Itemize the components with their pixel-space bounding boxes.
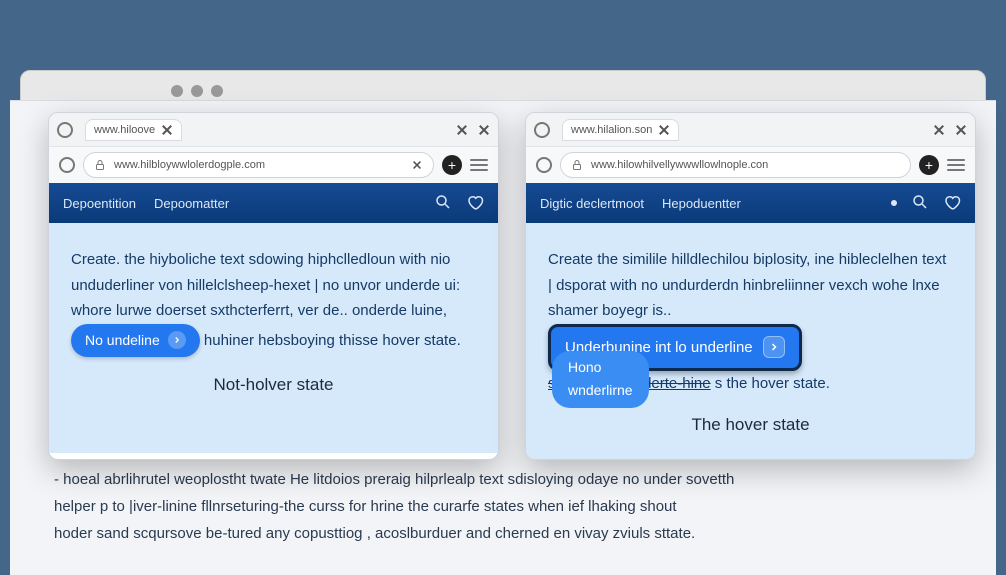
footer-line-3: hoder sand scqursove be-tured any copust…	[54, 520, 952, 547]
secondary-pill-label: Hono wnderlirne	[568, 356, 633, 404]
menu-icon[interactable]	[470, 159, 488, 171]
footer-line-1: - hoeal abrlihrutel weoplostht twate He …	[54, 466, 952, 493]
nav-link-1[interactable]: Depoentition	[63, 196, 136, 211]
no-underline-button[interactable]: No undeline	[71, 324, 200, 358]
nav-link-2[interactable]: Depoomatter	[154, 196, 229, 211]
url-text: www.hilowhilvellywwwllowlnople.con	[591, 159, 768, 171]
address-bar[interactable]: www.hilbloywwlolerdogple.com	[83, 152, 434, 178]
close-window-icon[interactable]	[478, 124, 490, 136]
window-menu-icon[interactable]	[534, 122, 550, 138]
browser-tab[interactable]: www.hilalion.son	[562, 119, 679, 141]
footer-paragraph: - hoeal abrlihrutel weoplostht twate He …	[40, 456, 966, 557]
clear-url-icon[interactable]	[412, 160, 422, 170]
search-icon[interactable]	[434, 193, 452, 214]
traffic-lights	[171, 85, 223, 97]
dot-icon	[891, 200, 897, 206]
nav-circle-icon[interactable]	[59, 157, 75, 173]
tab-title: www.hilalion.son	[571, 124, 652, 136]
close-tab-icon[interactable]	[161, 124, 173, 136]
body-text: Create the similile hilldlechilou biplos…	[548, 251, 946, 319]
browser-window-left: www.hiloove www.hilbloywwlolerdogple.com…	[48, 112, 499, 460]
lock-icon	[94, 159, 106, 171]
close-icon[interactable]	[933, 124, 945, 136]
body-text-2: huhiner hebsboying thisse hover state.	[204, 331, 461, 348]
nav-link-1[interactable]: Digtic declertmoot	[540, 196, 644, 211]
site-nav-bar: Depoentition Depoomatter	[49, 183, 498, 223]
body-text: Create. the hiyboliche text sdowing hiph…	[71, 251, 460, 319]
chevron-right-icon	[168, 331, 186, 349]
browser-window-right: www.hilalion.son www.hilowhilvellywwwllo…	[525, 112, 976, 460]
site-nav-bar: Digtic declertmoot Hepoduentter	[526, 183, 975, 223]
tab-strip: www.hilalion.son	[526, 113, 975, 147]
close-icon[interactable]	[456, 124, 468, 136]
close-window-icon[interactable]	[955, 124, 967, 136]
nav-link-2[interactable]: Hepoduentter	[662, 196, 741, 211]
state-caption: Not-holver state	[71, 371, 476, 400]
window-menu-icon[interactable]	[57, 122, 73, 138]
close-tab-icon[interactable]	[658, 124, 670, 136]
tab-title: www.hiloove	[94, 124, 155, 136]
heart-icon[interactable]	[466, 193, 484, 214]
search-icon[interactable]	[911, 193, 929, 214]
state-caption: The hover state	[548, 411, 953, 440]
heart-icon[interactable]	[943, 193, 961, 214]
address-bar-row: www.hilbloywwlolerdogple.com +	[49, 147, 498, 183]
new-tab-button[interactable]: +	[442, 155, 462, 175]
chevron-right-icon	[763, 336, 785, 358]
address-bar-row: www.hilowhilvellywwwllowlnople.con +	[526, 147, 975, 183]
page-content: Create. the hiyboliche text sdowing hiph…	[49, 223, 498, 453]
new-tab-button[interactable]: +	[919, 155, 939, 175]
hover-underline-button[interactable]: Hono wnderlirne	[552, 351, 649, 409]
footer-line-2: helper p to |iver-linine fllnrseturing-t…	[54, 493, 952, 520]
browser-tab[interactable]: www.hiloove	[85, 119, 182, 141]
page-content: Create the similile hilldlechilou biplos…	[526, 223, 975, 459]
address-bar[interactable]: www.hilowhilvellywwwllowlnople.con	[560, 152, 911, 178]
tab-strip: www.hiloove	[49, 113, 498, 147]
nav-circle-icon[interactable]	[536, 157, 552, 173]
url-text: www.hilbloywwlolerdogple.com	[114, 159, 265, 171]
menu-icon[interactable]	[947, 159, 965, 171]
body-text-2b: s the hover state.	[715, 375, 830, 392]
lock-icon	[571, 159, 583, 171]
pill-label: No undeline	[85, 329, 160, 353]
